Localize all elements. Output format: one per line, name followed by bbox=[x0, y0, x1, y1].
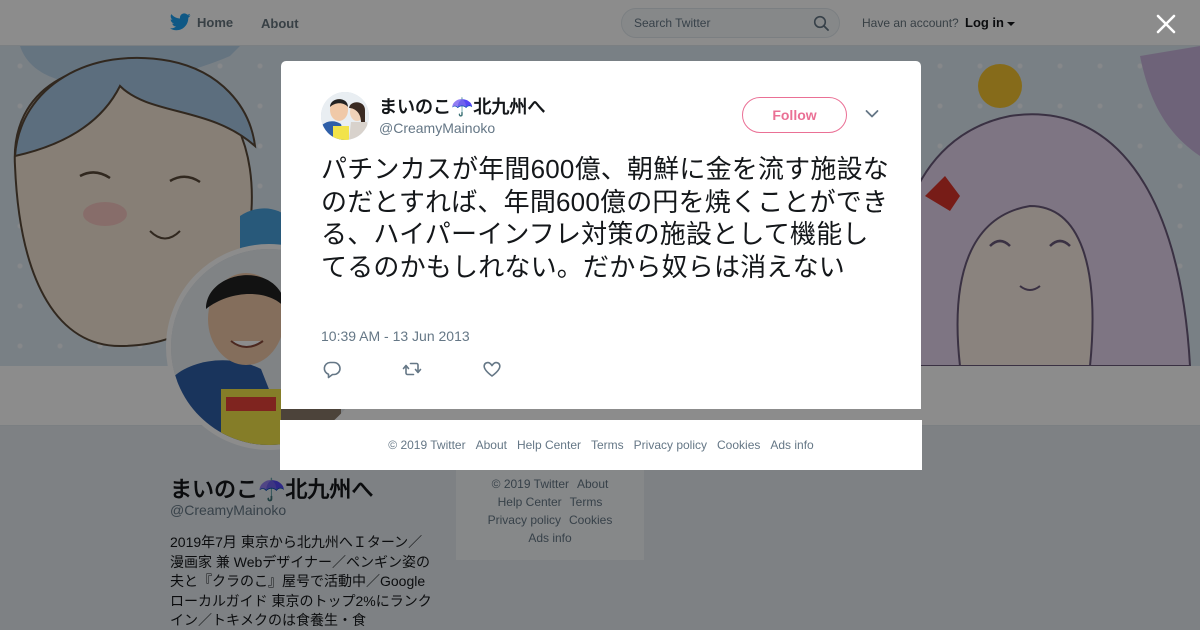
retweet-icon[interactable] bbox=[402, 359, 422, 379]
reply-icon[interactable] bbox=[322, 359, 342, 379]
footer-privacy-link[interactable]: Privacy policy bbox=[634, 438, 707, 452]
like-icon[interactable] bbox=[482, 359, 502, 379]
footer-about-link[interactable]: About bbox=[476, 438, 507, 452]
follow-button[interactable]: Follow bbox=[742, 97, 847, 133]
footer-terms-link[interactable]: Terms bbox=[591, 438, 624, 452]
tweet-avatar-photo bbox=[321, 92, 369, 140]
footer-help-center-link[interactable]: Help Center bbox=[517, 438, 581, 452]
tweet-author-name[interactable]: まいのこ☂️北九州へ bbox=[379, 93, 545, 119]
tweet-author-handle[interactable]: @CreamyMainoko bbox=[379, 120, 495, 136]
tweet-author-avatar[interactable] bbox=[321, 92, 369, 140]
close-icon[interactable] bbox=[1152, 10, 1180, 38]
footer-ads-info-link[interactable]: Ads info bbox=[770, 438, 813, 452]
tweet-timestamp[interactable]: 10:39 AM - 13 Jun 2013 bbox=[321, 328, 470, 344]
footer-cookies-link[interactable]: Cookies bbox=[717, 438, 760, 452]
footer-copyright: © 2019 Twitter bbox=[388, 438, 466, 452]
tweet-modal: まいのこ☂️北九州へ @CreamyMainoko Follow パチンカスが年… bbox=[281, 61, 921, 409]
tweet-text: パチンカスが年間600億、朝鮮に金を流す施設なのだとすれば、年間600億の円を焼… bbox=[321, 154, 889, 282]
chevron-down-icon[interactable] bbox=[865, 109, 879, 119]
modal-footer: © 2019 Twitter About Help Center Terms P… bbox=[280, 420, 922, 470]
